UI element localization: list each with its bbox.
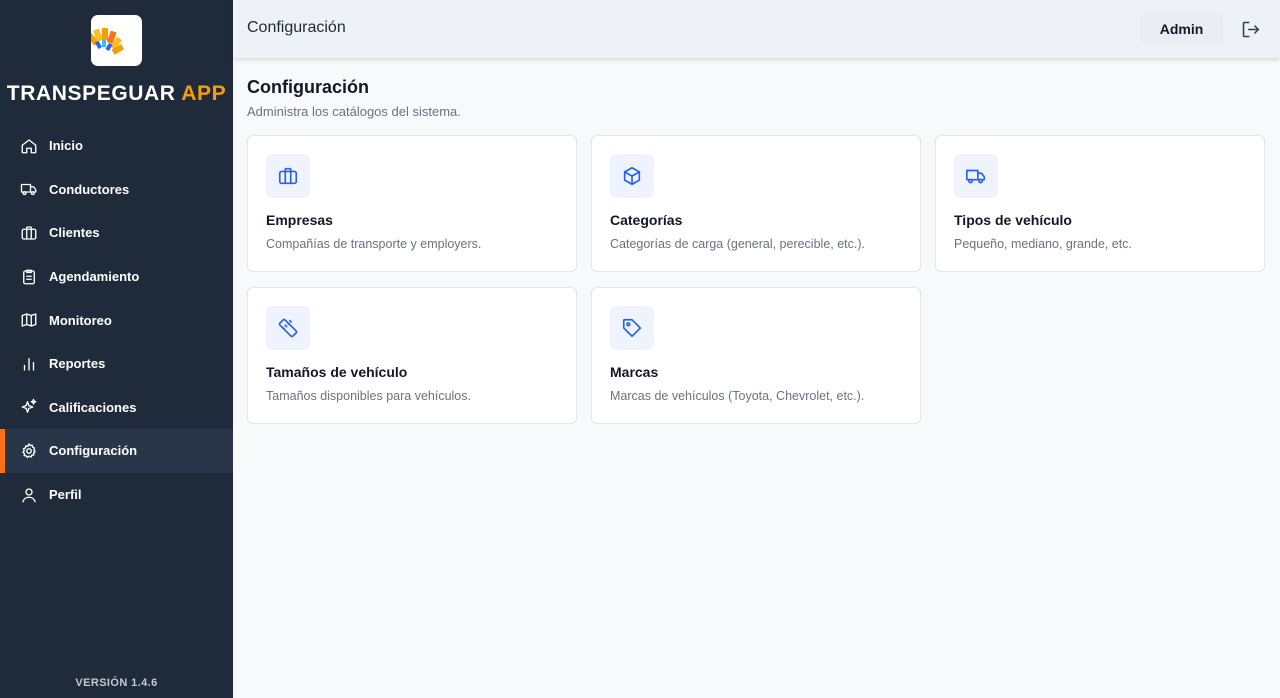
card-marcas[interactable]: Marcas Marcas de vehículos (Toyota, Chev…	[591, 287, 921, 424]
tag-icon	[610, 306, 654, 350]
card-description: Categorías de carga (general, perecible,…	[610, 237, 865, 251]
card-tamanos-vehiculo[interactable]: Tamaños de vehículo Tamaños disponibles …	[247, 287, 577, 424]
ruler-icon	[266, 306, 310, 350]
card-title: Marcas	[610, 364, 659, 380]
sidebar-item-inicio[interactable]: Inicio	[0, 124, 233, 168]
box-icon	[610, 154, 654, 198]
briefcase-icon	[266, 154, 310, 198]
sidebar-item-agendamiento[interactable]: Agendamiento	[0, 255, 233, 299]
user-menu-button[interactable]: Admin	[1140, 13, 1223, 45]
truck-icon	[954, 154, 998, 198]
sidebar-item-label: Perfil	[49, 487, 82, 503]
briefcase-icon	[20, 224, 38, 242]
gear-icon	[20, 442, 38, 460]
header-title: Configuración	[247, 19, 346, 36]
sidebar-item-monitoreo[interactable]: Monitoreo	[0, 298, 233, 342]
sidebar-nav: Inicio Conductores Clientes Agendamiento…	[0, 124, 233, 516]
card-title: Tamaños de vehículo	[266, 364, 408, 380]
brand-main: TRANSPEGUAR	[6, 82, 176, 105]
sidebar-item-label: Inicio	[49, 138, 83, 154]
sidebar-item-clientes[interactable]: Clientes	[0, 211, 233, 255]
card-title: Empresas	[266, 212, 333, 228]
home-icon	[20, 137, 38, 155]
card-description: Pequeño, mediano, grande, etc.	[954, 237, 1132, 251]
sidebar-item-label: Monitoreo	[49, 312, 112, 328]
sidebar-item-calificaciones[interactable]: Calificaciones	[0, 386, 233, 430]
truck-icon	[20, 180, 38, 198]
map-icon	[20, 311, 38, 329]
sidebar-item-conductores[interactable]: Conductores	[0, 168, 233, 212]
logout-icon[interactable]	[1240, 19, 1261, 40]
sidebar-item-label: Conductores	[49, 181, 130, 197]
card-title: Categorías	[610, 212, 683, 228]
brand-name: TRANSPEGUAR APP	[0, 82, 233, 106]
sidebar-item-label: Calificaciones	[49, 399, 137, 415]
card-description: Marcas de vehículos (Toyota, Chevrolet, …	[610, 389, 865, 403]
app-version: VERSIÓN 1.4.6	[75, 677, 158, 689]
app-logo[interactable]	[91, 15, 142, 66]
card-empresas[interactable]: Empresas Compañías de transporte y emplo…	[247, 135, 577, 272]
brand-accent: APP	[181, 82, 227, 105]
sidebar-item-label: Clientes	[49, 225, 100, 241]
user-icon	[20, 486, 38, 504]
sidebar-item-label: Reportes	[49, 356, 106, 372]
sidebar-item-label: Agendamiento	[49, 269, 140, 285]
card-categorias[interactable]: Categorías Categorías de carga (general,…	[591, 135, 921, 272]
sidebar: TRANSPEGUAR APP Inicio Conductores Clien…	[0, 0, 233, 698]
page-subtitle: Administra los catálogos del sistema.	[247, 104, 461, 119]
card-title: Tipos de vehículo	[954, 212, 1072, 228]
card-description: Compañías de transporte y employers.	[266, 237, 482, 251]
clipboard-icon	[20, 268, 38, 286]
sidebar-item-reportes[interactable]: Reportes	[0, 342, 233, 386]
page-title: Configuración	[247, 77, 369, 97]
card-tipos-vehiculo[interactable]: Tipos de vehículo Pequeño, mediano, gran…	[935, 135, 1265, 272]
sidebar-item-perfil[interactable]: Perfil	[0, 473, 233, 517]
sparkles-icon	[20, 398, 38, 416]
card-description: Tamaños disponibles para vehículos.	[266, 389, 471, 403]
sidebar-item-label: Configuración	[49, 443, 138, 459]
top-bar: Configuración Admin	[233, 0, 1280, 58]
bar-chart-icon	[20, 355, 38, 373]
sidebar-item-configuracion[interactable]: Configuración	[0, 429, 233, 473]
